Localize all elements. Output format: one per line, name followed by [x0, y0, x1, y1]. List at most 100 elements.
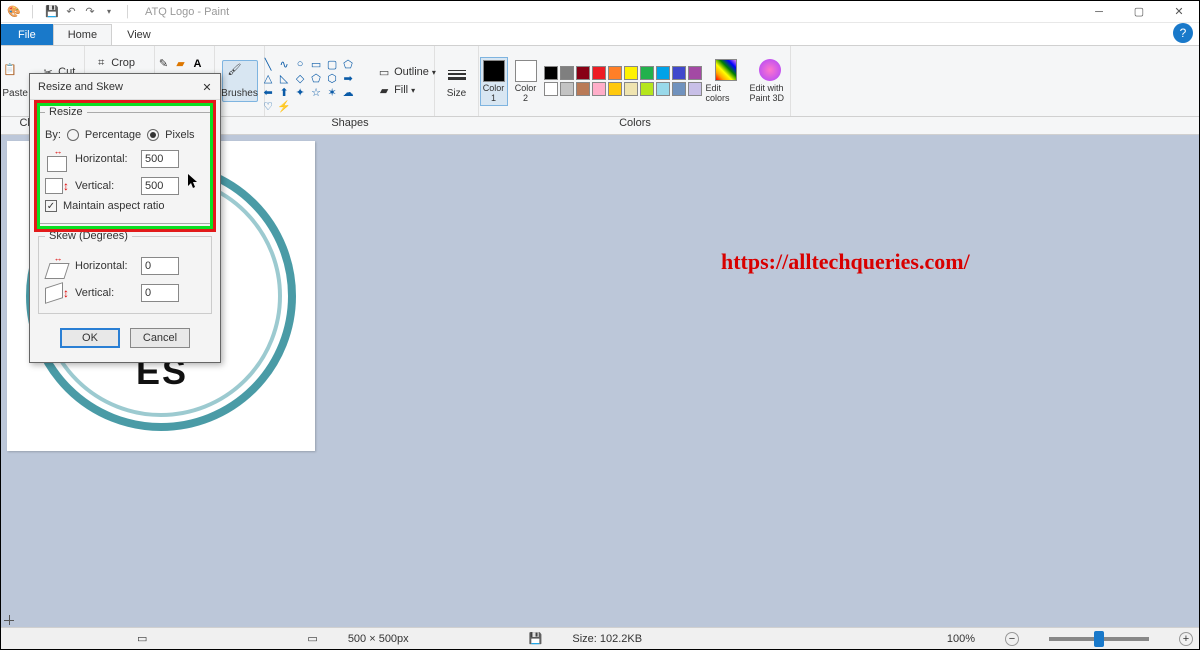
color-swatch[interactable]	[592, 82, 606, 96]
fill-bucket-icon: ▰	[377, 83, 391, 97]
color-swatch[interactable]	[640, 66, 654, 80]
qat-separator: │	[24, 3, 42, 21]
file-size-icon: 💾	[529, 632, 543, 645]
selection-size-icon: ▭	[137, 632, 147, 645]
hexagon-shape-icon[interactable]: ⬡	[325, 72, 339, 84]
tab-file[interactable]: File	[1, 24, 53, 45]
percentage-radio[interactable]	[67, 129, 79, 141]
group-colors: Color 1 Color 2 Edit colors Edit with Pa…	[479, 46, 791, 116]
color-swatch[interactable]	[576, 82, 590, 96]
color-swatch[interactable]	[608, 66, 622, 80]
star6-shape-icon[interactable]: ✶	[325, 86, 339, 98]
color-swatch[interactable]	[656, 66, 670, 80]
color1-button[interactable]: Color 1	[480, 57, 508, 106]
line-shape-icon[interactable]: ╲	[261, 58, 275, 70]
arrow-u-shape-icon[interactable]: ⬆	[277, 86, 291, 98]
color-swatch[interactable]	[592, 66, 606, 80]
dialog-titlebar[interactable]: Resize and Skew ✕	[30, 74, 220, 100]
triangle-shape-icon[interactable]: △	[261, 72, 275, 84]
lightning-shape-icon[interactable]: ⚡	[277, 100, 291, 112]
save-icon[interactable]: 💾	[43, 3, 61, 21]
v-resize-input[interactable]	[141, 177, 179, 195]
v-skew-label: Vertical:	[75, 287, 135, 299]
color-swatch[interactable]	[560, 66, 574, 80]
h-resize-icon	[47, 156, 67, 172]
h-skew-input[interactable]	[141, 257, 179, 275]
pentagon-shape-icon[interactable]: ⬠	[309, 72, 323, 84]
fill-icon[interactable]: ▰	[174, 57, 188, 71]
qat-dropdown-icon[interactable]: ▾	[100, 3, 118, 21]
heart-shape-icon[interactable]: ♡	[261, 100, 275, 112]
color-swatch[interactable]	[624, 66, 638, 80]
move-handle-icon[interactable]	[4, 615, 14, 625]
shape-fill-button[interactable]: ▰Fill ▾	[373, 82, 440, 98]
size-label	[435, 117, 479, 134]
edit-colors-button[interactable]: Edit colors	[706, 59, 746, 103]
curve-shape-icon[interactable]: ∿	[277, 58, 291, 70]
color-swatch[interactable]	[576, 66, 590, 80]
crop-button[interactable]: ⌗Crop	[90, 55, 149, 71]
h-resize-input[interactable]	[141, 150, 179, 168]
shapes-gallery[interactable]: ╲ ∿ ○ ▭ ▢ ⬠ △ ◺ ◇ ⬠ ⬡ ➡ ⬅ ⬆ ✦ ☆ ✶	[259, 56, 369, 106]
arrow-r-shape-icon[interactable]: ➡	[341, 72, 355, 84]
color-swatch[interactable]	[672, 66, 686, 80]
color-swatch[interactable]	[688, 82, 702, 96]
colors-label: Colors	[479, 117, 791, 134]
color-swatch[interactable]	[544, 82, 558, 96]
pencil-icon[interactable]: ✎	[157, 57, 171, 71]
shape-outline-button[interactable]: ▭Outline ▾	[373, 64, 440, 80]
v-skew-icon	[45, 282, 63, 304]
redo-icon[interactable]: ↷	[81, 3, 99, 21]
color-swatch[interactable]	[544, 66, 558, 80]
color-swatch[interactable]	[624, 82, 638, 96]
aspect-label[interactable]: Maintain aspect ratio	[63, 200, 165, 212]
text-icon[interactable]: A	[191, 57, 205, 71]
ok-button[interactable]: OK	[60, 328, 120, 348]
pixels-label[interactable]: Pixels	[165, 129, 194, 141]
qat-separator: │	[119, 3, 137, 21]
maximize-icon[interactable]: ▢	[1119, 1, 1159, 23]
pixels-radio[interactable]	[147, 129, 159, 141]
oval-shape-icon[interactable]: ○	[293, 58, 307, 70]
minimize-icon[interactable]: ─	[1079, 1, 1119, 23]
cancel-button[interactable]: Cancel	[130, 328, 190, 348]
help-icon[interactable]: ?	[1173, 23, 1193, 43]
size-button[interactable]: Size	[439, 63, 475, 99]
callout-shape-icon[interactable]: ☁	[341, 86, 355, 98]
titlebar: 🎨 │ 💾 ↶ ↷ ▾ │ ATQ Logo - Paint ─ ▢ ✕	[1, 1, 1199, 23]
h-skew-label: Horizontal:	[75, 260, 135, 272]
v-resize-icon	[45, 178, 63, 194]
color-swatch[interactable]	[688, 66, 702, 80]
undo-icon[interactable]: ↶	[62, 3, 80, 21]
paint3d-button[interactable]: Edit with Paint 3D	[750, 59, 790, 103]
zoom-in-button[interactable]: +	[1179, 632, 1193, 646]
polygon-shape-icon[interactable]: ⬠	[341, 58, 355, 70]
dialog-close-icon[interactable]: ✕	[200, 80, 214, 94]
percentage-label[interactable]: Percentage	[85, 129, 141, 141]
color2-button[interactable]: Color 2	[512, 60, 540, 103]
rect-shape-icon[interactable]: ▭	[309, 58, 323, 70]
zoom-out-button[interactable]: −	[1005, 632, 1019, 646]
brushes-button[interactable]: 🖌 Brushes	[222, 60, 258, 102]
zoom-slider-thumb[interactable]	[1094, 631, 1104, 647]
tab-home[interactable]: Home	[53, 24, 112, 45]
brushes-label	[215, 117, 265, 134]
color-swatch[interactable]	[560, 82, 574, 96]
roundrect-shape-icon[interactable]: ▢	[325, 58, 339, 70]
zoom-slider[interactable]	[1049, 637, 1149, 641]
star5-shape-icon[interactable]: ☆	[309, 86, 323, 98]
color-swatch[interactable]	[672, 82, 686, 96]
color-swatch[interactable]	[656, 82, 670, 96]
arrow-l-shape-icon[interactable]: ⬅	[261, 86, 275, 98]
app-window: 🎨 │ 💾 ↶ ↷ ▾ │ ATQ Logo - Paint ─ ▢ ✕ Fil…	[1, 1, 1199, 649]
star4-shape-icon[interactable]: ✦	[293, 86, 307, 98]
color-swatch[interactable]	[608, 82, 622, 96]
color-swatch[interactable]	[640, 82, 654, 96]
aspect-checkbox[interactable]: ✓	[45, 200, 57, 212]
color1-swatch	[483, 60, 505, 82]
rtriangle-shape-icon[interactable]: ◺	[277, 72, 291, 84]
close-icon[interactable]: ✕	[1159, 1, 1199, 23]
tab-view[interactable]: View	[112, 24, 166, 45]
diamond-shape-icon[interactable]: ◇	[293, 72, 307, 84]
v-skew-input[interactable]	[141, 284, 179, 302]
